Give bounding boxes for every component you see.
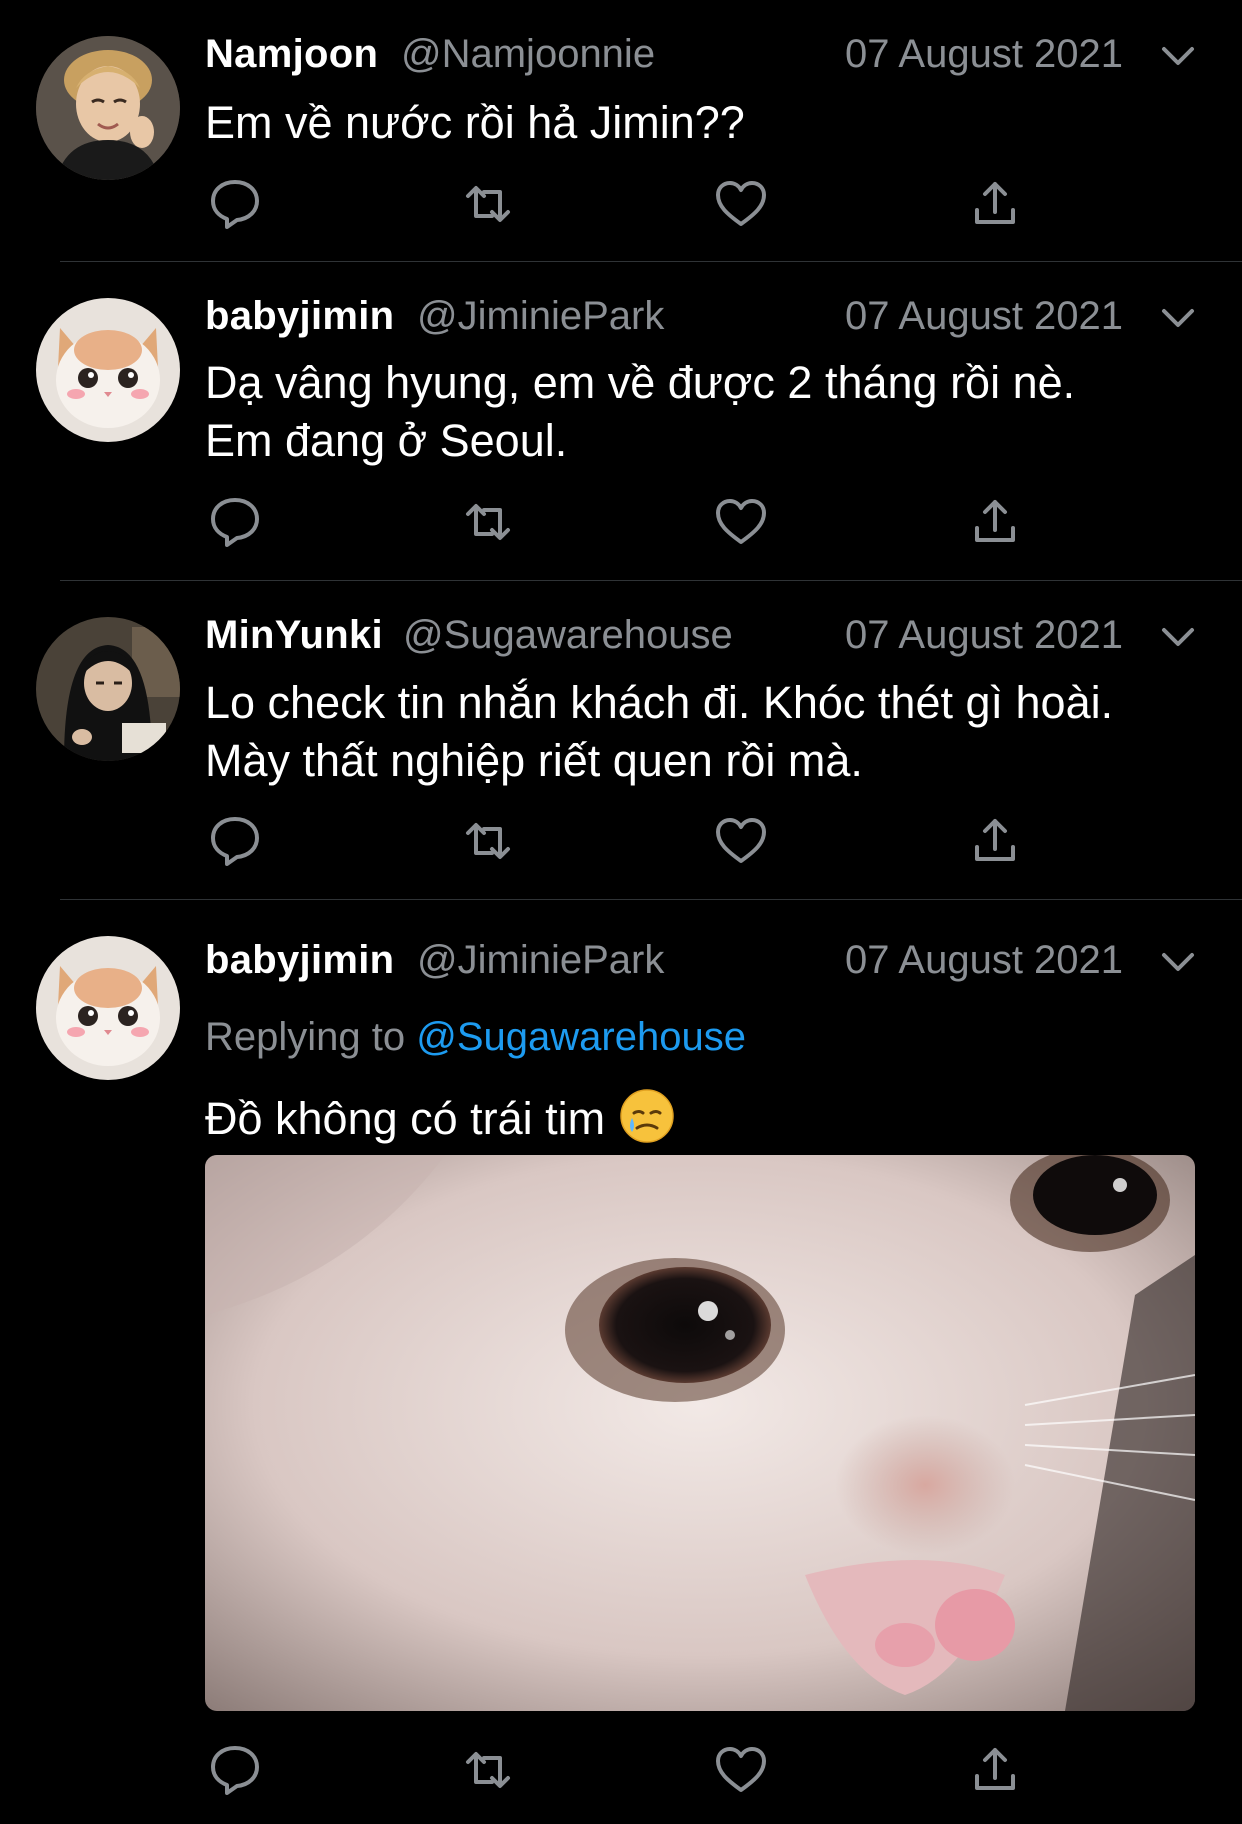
tweet-actions	[205, 176, 1025, 232]
share-icon[interactable]	[967, 1742, 1023, 1798]
avatar[interactable]	[36, 298, 180, 442]
replying-to: Replying to @Sugawarehouse	[205, 1015, 746, 1060]
tweet-date: 07 August 2021	[845, 613, 1124, 657]
replying-handle-link[interactable]: @Sugawarehouse	[416, 1015, 746, 1059]
like-icon[interactable]	[713, 494, 769, 550]
reply-icon[interactable]	[207, 1742, 263, 1798]
reply-icon[interactable]	[207, 813, 263, 869]
handle[interactable]: @Sugawarehouse	[403, 613, 733, 658]
tweet-date: 07 August 2021	[845, 32, 1124, 76]
share-icon[interactable]	[967, 813, 1023, 869]
retweet-icon[interactable]	[460, 176, 516, 232]
chevron-down-icon[interactable]	[1158, 36, 1198, 76]
retweet-icon[interactable]	[460, 494, 516, 550]
avatar[interactable]	[36, 617, 180, 761]
handle[interactable]: @Namjoonnie	[401, 32, 655, 77]
display-name[interactable]: Namjoon	[205, 32, 378, 77]
tweet-date: 07 August 2021	[845, 294, 1124, 338]
share-icon[interactable]	[967, 494, 1023, 550]
crying-face-emoji	[620, 1089, 674, 1143]
retweet-icon[interactable]	[460, 813, 516, 869]
like-icon[interactable]	[713, 176, 769, 232]
tweet-text-line: Lo check tin nhắn khách đi. Khóc thét gì…	[205, 677, 1114, 728]
display-name[interactable]: MinYunki	[205, 613, 383, 658]
reply-icon[interactable]	[207, 494, 263, 550]
display-name[interactable]: babyjimin	[205, 294, 394, 339]
crying-cat-image	[205, 1155, 1195, 1711]
tweet-text-line: Mày thất nghiệp riết quen rồi mà.	[205, 735, 863, 786]
tweet-text: Đồ không có trái tim	[205, 1088, 1212, 1148]
avatar[interactable]	[36, 936, 180, 1080]
display-name[interactable]: babyjimin	[205, 938, 394, 983]
tweet-text-line: Dạ vâng hyung, em về được 2 tháng rồi nè…	[205, 357, 1076, 408]
tweet[interactable]: Namjoon @Namjoonnie 07 August 2021 Em về…	[0, 0, 1242, 262]
handle[interactable]: @JiminiePark	[417, 938, 664, 983]
like-icon[interactable]	[713, 813, 769, 869]
chevron-down-icon[interactable]	[1158, 617, 1198, 657]
tweet-text: Em về nước rồi hả Jimin??	[205, 94, 1212, 152]
tweet-text-line: Em về nước rồi hả Jimin??	[205, 97, 745, 148]
tweet[interactable]: babyjimin @JiminiePark 07 August 2021 Dạ…	[0, 262, 1242, 582]
tweet-text: Dạ vâng hyung, em về được 2 tháng rồi nè…	[205, 354, 1212, 470]
tweet-date: 07 August 2021	[845, 938, 1124, 982]
tweet[interactable]: MinYunki @Sugawarehouse 07 August 2021 L…	[0, 581, 1242, 901]
like-icon[interactable]	[713, 1742, 769, 1798]
tweet-image[interactable]	[205, 1155, 1195, 1711]
tweet-actions	[205, 494, 1025, 550]
reply-icon[interactable]	[207, 176, 263, 232]
tweet-text-line: Em đang ở Seoul.	[205, 415, 568, 466]
replying-prefix: Replying to	[205, 1015, 406, 1059]
chevron-down-icon[interactable]	[1158, 942, 1198, 982]
tweet-text-line: Đồ không có trái tim	[205, 1093, 606, 1144]
avatar[interactable]	[36, 36, 180, 180]
chevron-down-icon[interactable]	[1158, 298, 1198, 338]
share-icon[interactable]	[967, 176, 1023, 232]
retweet-icon[interactable]	[460, 1742, 516, 1798]
handle[interactable]: @JiminiePark	[417, 294, 664, 339]
tweet-text: Lo check tin nhắn khách đi. Khóc thét gì…	[205, 674, 1212, 790]
tweet[interactable]: babyjimin @JiminiePark 07 August 2021 Re…	[0, 900, 1242, 1824]
tweet-actions	[205, 813, 1025, 869]
tweet-actions	[205, 1742, 1025, 1798]
